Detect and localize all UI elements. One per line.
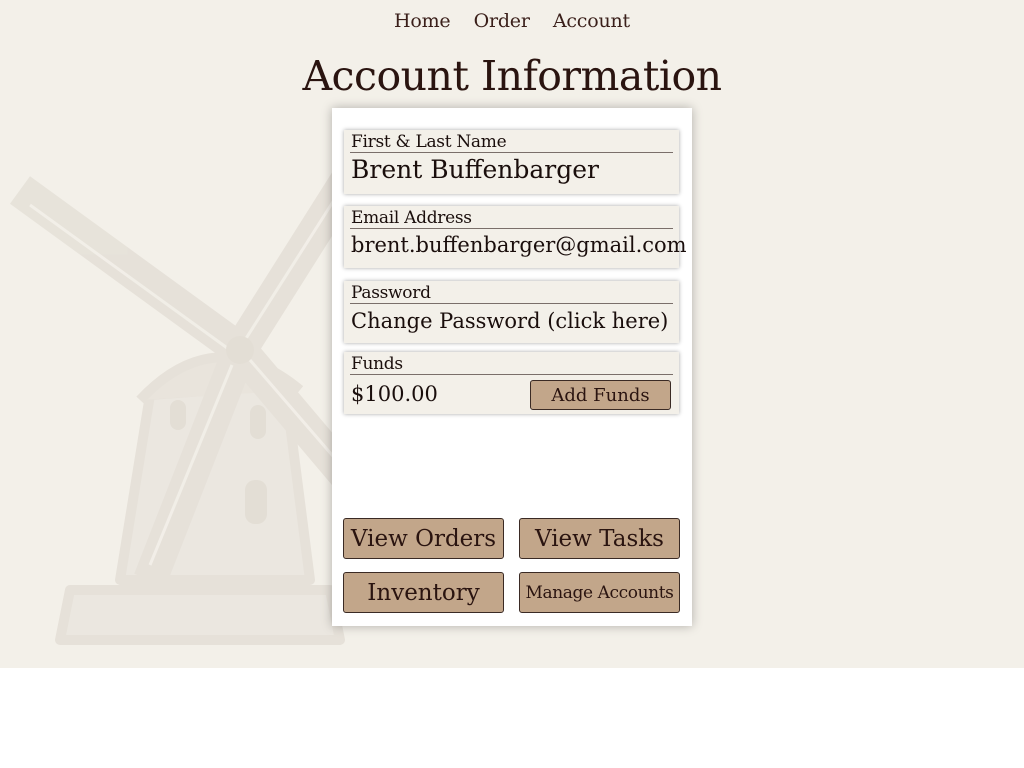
inventory-button[interactable]: Inventory <box>343 572 504 613</box>
nav-link-account[interactable]: Account <box>553 10 630 32</box>
email-label: Email Address <box>350 208 673 229</box>
add-funds-button[interactable]: Add Funds <box>530 380 671 410</box>
name-field: First & Last Name Brent Buffenbarger <box>344 130 679 194</box>
password-label: Password <box>350 283 673 304</box>
name-label: First & Last Name <box>350 132 673 153</box>
funds-field: Funds $100.00 Add Funds <box>344 352 679 414</box>
nav-link-order[interactable]: Order <box>474 10 530 32</box>
page-title: Account Information <box>302 52 722 100</box>
view-tasks-button[interactable]: View Tasks <box>519 518 680 559</box>
email-field: Email Address brent.buffenbarger@gmail.c… <box>344 206 687 268</box>
email-value: brent.buffenbarger@gmail.com <box>351 233 687 257</box>
view-orders-button[interactable]: View Orders <box>343 518 504 559</box>
name-value: Brent Buffenbarger <box>351 155 599 184</box>
change-password-link[interactable]: Change Password (click here) <box>350 304 673 338</box>
manage-accounts-button[interactable]: Manage Accounts <box>519 572 680 613</box>
password-field[interactable]: Password Change Password (click here) <box>344 281 679 343</box>
nav-link-home[interactable]: Home <box>394 10 451 32</box>
top-nav: Home Order Account <box>0 10 1024 32</box>
funds-label: Funds <box>350 354 673 375</box>
account-card: First & Last Name Brent Buffenbarger Ema… <box>332 108 692 626</box>
